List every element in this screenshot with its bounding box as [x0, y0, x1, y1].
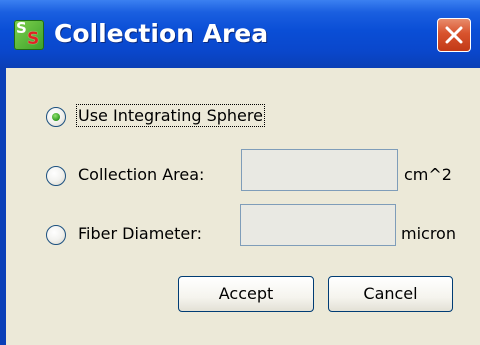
app-icon-letter-1: S [16, 19, 27, 37]
collection-area-label[interactable]: Collection Area: [78, 165, 204, 184]
collection-area-radio[interactable] [46, 166, 66, 186]
use-integrating-sphere-radio[interactable] [46, 107, 66, 127]
app-icon: S S [14, 20, 44, 50]
collection-area-unit: cm^2 [404, 165, 452, 184]
fiber-diameter-radio[interactable] [46, 225, 66, 245]
app-icon-letter-2: S [27, 29, 40, 49]
fiber-diameter-unit: micron [401, 224, 456, 243]
fiber-diameter-input[interactable] [240, 204, 396, 246]
collection-area-input[interactable] [241, 149, 398, 191]
use-integrating-sphere-label[interactable]: Use Integrating Sphere [76, 104, 265, 127]
close-x-icon [445, 26, 463, 44]
window-title: Collection Area [54, 19, 269, 48]
accept-button[interactable]: Accept [178, 276, 314, 312]
fiber-diameter-label[interactable]: Fiber Diameter: [78, 224, 202, 243]
title-bar[interactable]: S S Collection Area [0, 0, 480, 68]
dialog-window: S S Collection Area Use Integrating Sphe… [0, 0, 480, 345]
dialog-body: Use Integrating Sphere Collection Area: … [6, 68, 480, 345]
cancel-button[interactable]: Cancel [328, 276, 453, 312]
close-button[interactable] [437, 18, 471, 52]
radio-selected-dot [52, 113, 60, 121]
